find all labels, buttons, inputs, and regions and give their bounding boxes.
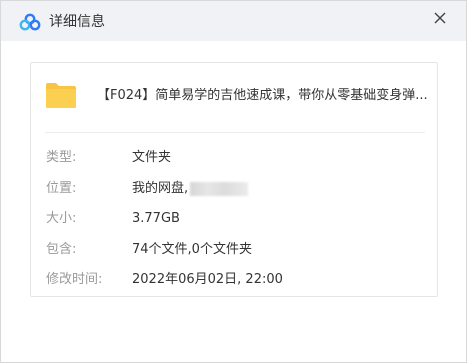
file-name: 【F024】简单易学的吉他速成课，带你从零基础变身弹... (97, 88, 428, 103)
close-icon[interactable] (429, 7, 451, 29)
location-value-wrap: 我的网盘, (132, 180, 249, 198)
contains-label: 包含: (46, 242, 77, 257)
file-info-card: 【F024】简单易学的吉他速成课，带你从零基础变身弹... 类型: 文件夹 位置… (30, 62, 438, 297)
type-label: 类型: (46, 150, 77, 165)
location-label: 位置: (46, 181, 77, 196)
details-dialog: 详细信息 【F024】简单易学的吉他速成课，带你从零基础变身弹... 类型: 文… (0, 0, 467, 363)
divider (45, 132, 425, 133)
dialog-title: 详细信息 (49, 14, 105, 30)
modified-label: 修改时间: (46, 272, 103, 287)
type-value: 文件夹 (132, 150, 172, 165)
title-bar: 详细信息 (1, 1, 466, 41)
size-value: 3.77GB (132, 211, 180, 226)
folder-icon (46, 83, 76, 108)
redacted-path (190, 181, 249, 196)
contains-value: 74个文件,0个文件夹 (132, 242, 252, 257)
cloud-icon (19, 13, 41, 31)
location-value[interactable]: 我的网盘, (132, 181, 188, 196)
modified-value: 2022年06月02日, 22:00 (132, 272, 283, 287)
size-label: 大小: (46, 211, 77, 226)
